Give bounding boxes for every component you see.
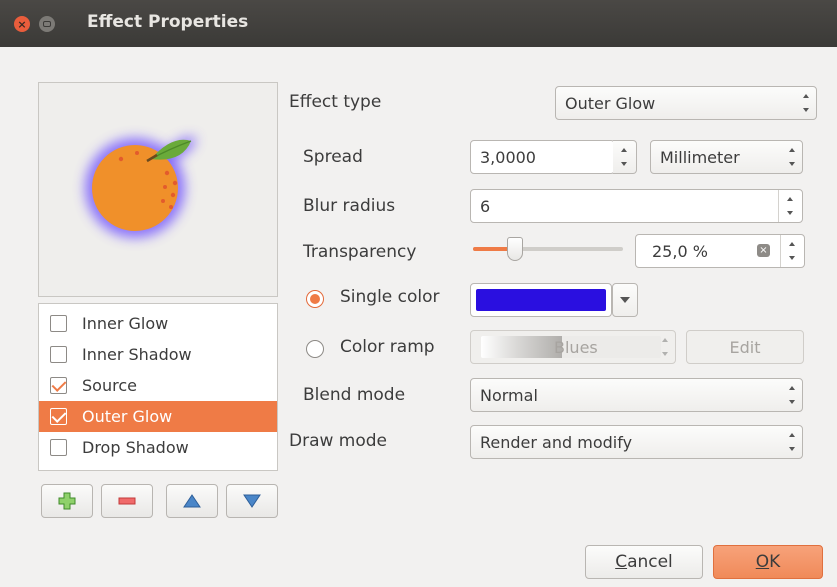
blend-mode-label: Blend mode — [303, 385, 406, 405]
arrow-up-icon — [183, 494, 201, 508]
blur-radius-value: 6 — [480, 196, 491, 216]
close-icon: × — [17, 17, 27, 31]
spread-value: 3,0000 — [480, 147, 536, 167]
window-title: Effect Properties — [87, 12, 249, 32]
list-item-label: Drop Shadow — [82, 438, 189, 457]
cancel-button[interactable]: Cancel — [585, 545, 703, 579]
checkbox[interactable] — [50, 439, 67, 456]
effect-type-value: Outer Glow — [565, 93, 656, 113]
checkbox[interactable] — [50, 377, 67, 394]
blur-radius-input[interactable]: 6 — [470, 189, 803, 223]
plus-icon — [58, 492, 76, 510]
color-ramp-select[interactable]: Blues — [470, 330, 676, 364]
color-ramp-edit-button[interactable]: Edit — [686, 330, 804, 364]
effect-preview — [38, 82, 278, 297]
list-item-label: Outer Glow — [82, 407, 173, 426]
transparency-value: 25,0 % — [652, 241, 708, 261]
spread-input[interactable]: 3,0000 — [470, 140, 615, 174]
color-ramp-label: Color ramp — [340, 337, 435, 357]
move-down-button[interactable] — [226, 484, 278, 518]
draw-mode-label: Draw mode — [289, 431, 388, 451]
slider-handle[interactable] — [506, 237, 523, 261]
ok-button[interactable]: OK — [713, 545, 823, 579]
remove-effect-button[interactable] — [101, 484, 153, 518]
list-item[interactable]: Inner Shadow — [39, 339, 277, 370]
transparency-label: Transparency — [303, 242, 417, 262]
blur-radius-label: Blur radius — [303, 196, 396, 216]
list-item[interactable]: Inner Glow — [39, 308, 277, 339]
close-window-button[interactable]: × — [14, 16, 30, 32]
move-up-button[interactable] — [166, 484, 218, 518]
transparency-input[interactable]: 25,0 % × — [635, 234, 805, 268]
effects-list[interactable]: Inner Glow Inner Shadow Source Outer Glo… — [38, 303, 278, 471]
edit-label: Edit — [729, 337, 761, 357]
spread-unit-value: Millimeter — [660, 147, 740, 167]
list-item-label: Source — [82, 376, 137, 395]
color-button[interactable] — [470, 283, 612, 317]
updown-icon — [788, 242, 796, 260]
chevron-down-icon — [620, 297, 630, 303]
blend-mode-value: Normal — [480, 385, 538, 405]
list-item-label: Inner Glow — [82, 314, 169, 333]
title-bar: × Effect Properties — [0, 0, 837, 47]
effect-type-select[interactable]: Outer Glow — [555, 86, 817, 120]
spread-label: Spread — [303, 147, 363, 167]
orange-preview-icon — [85, 136, 197, 238]
list-item[interactable]: Drop Shadow — [39, 432, 277, 463]
color-ramp-value: Blues — [554, 337, 598, 357]
transparency-slider[interactable] — [473, 237, 623, 261]
draw-mode-value: Render and modify — [480, 432, 633, 452]
updown-icon — [786, 197, 794, 215]
list-item-label: Inner Shadow — [82, 345, 192, 364]
blur-radius-spinner[interactable] — [778, 190, 802, 222]
add-effect-button[interactable] — [41, 484, 93, 518]
single-color-radio[interactable] — [306, 290, 324, 308]
window-icon — [43, 21, 51, 27]
updown-icon — [620, 148, 628, 166]
spread-unit-select[interactable]: Millimeter — [650, 140, 803, 174]
color-swatch — [476, 289, 606, 311]
blend-mode-select[interactable]: Normal — [470, 378, 803, 412]
ok-label: OK — [755, 552, 781, 572]
arrow-down-icon — [243, 494, 261, 508]
list-item-selected[interactable]: Outer Glow — [39, 401, 277, 432]
transparency-spinner[interactable] — [780, 235, 804, 267]
checkbox[interactable] — [50, 346, 67, 363]
minus-icon — [118, 497, 136, 505]
cancel-label: Cancel — [615, 552, 673, 572]
spread-spinner[interactable] — [613, 140, 637, 174]
clear-icon[interactable]: × — [757, 244, 770, 257]
single-color-label: Single color — [340, 287, 440, 307]
effect-type-label: Effect type — [289, 92, 382, 112]
updown-icon — [661, 338, 669, 356]
color-menu-button[interactable] — [612, 283, 638, 317]
color-ramp-radio[interactable] — [306, 340, 324, 358]
updown-icon — [788, 148, 796, 166]
checkbox[interactable] — [50, 315, 67, 332]
minimize-window-button[interactable] — [39, 16, 55, 32]
checkbox[interactable] — [50, 408, 67, 425]
list-item[interactable]: Source — [39, 370, 277, 401]
updown-icon — [788, 433, 796, 451]
updown-icon — [788, 386, 796, 404]
updown-icon — [802, 94, 810, 112]
draw-mode-select[interactable]: Render and modify — [470, 425, 803, 459]
